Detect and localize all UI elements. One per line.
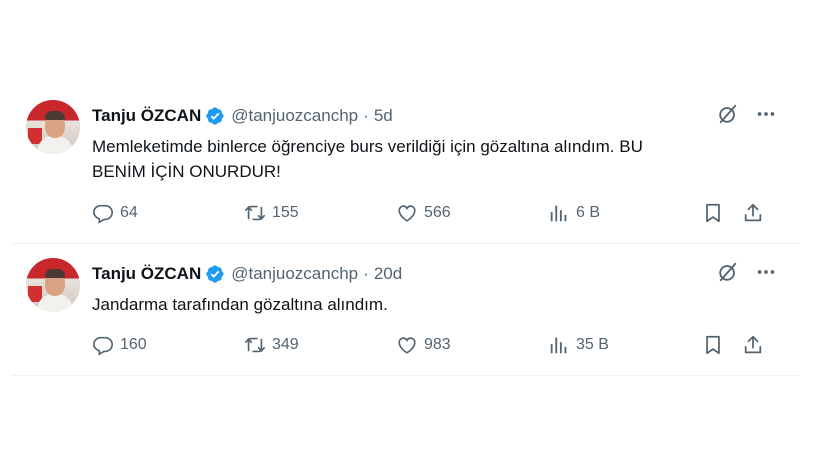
more-icon[interactable] — [754, 102, 778, 126]
like-button[interactable]: 983 — [396, 334, 548, 356]
author-handle[interactable]: @tanjuozcanchp — [231, 106, 358, 126]
tweet-top-actions — [716, 260, 778, 284]
reply-count: 64 — [120, 204, 138, 221]
author-name[interactable]: Tanju ÖZCAN — [92, 106, 201, 126]
retweet-icon — [245, 205, 265, 221]
reply-icon — [93, 336, 113, 356]
reply-icon — [93, 204, 113, 224]
like-icon — [398, 205, 416, 222]
retweet-icon — [245, 337, 265, 353]
share-icon — [744, 335, 762, 354]
tweet-text: Jandarma tarafından gözaltına alındım. — [92, 295, 388, 314]
author-name[interactable]: Tanju ÖZCAN — [92, 264, 201, 284]
views-count: 6 B — [576, 204, 601, 221]
retweet-count: 349 — [272, 336, 299, 353]
bookmark-button[interactable] — [702, 334, 742, 356]
retweet-count: 155 — [272, 204, 299, 221]
bookmark-icon — [706, 203, 720, 223]
tweet-actions: 160 349 983 35 B — [92, 334, 782, 356]
tweet-content: Tanju ÖZCAN @tanjuozcanchp · 5d Memleket… — [92, 92, 800, 243]
tweet-time[interactable]: 20d — [374, 264, 402, 284]
share-button[interactable] — [742, 334, 772, 356]
tweet-header: Tanju ÖZCAN @tanjuozcanchp · 20d — [92, 262, 402, 286]
avatar[interactable] — [26, 100, 80, 154]
views-button[interactable]: 35 B — [548, 334, 702, 356]
tweet[interactable]: Tanju ÖZCAN @tanjuozcanchp · 5d Memleket… — [12, 92, 800, 244]
views-button[interactable]: 6 B — [548, 202, 702, 224]
tweet-content: Tanju ÖZCAN @tanjuozcanchp · 20d Jandarm… — [92, 250, 800, 375]
bookmark-icon — [706, 335, 720, 355]
tweet-text: Memleketimde binlerce öğrenciye burs ver… — [92, 137, 643, 181]
retweet-button[interactable]: 349 — [244, 334, 396, 356]
views-icon — [550, 337, 567, 354]
avatar[interactable] — [26, 258, 80, 312]
like-count: 566 — [424, 204, 451, 221]
grok-icon[interactable] — [716, 260, 740, 284]
separator-dot: · — [363, 264, 369, 283]
bookmark-button[interactable] — [702, 202, 742, 224]
more-icon[interactable] — [754, 260, 778, 284]
author-handle[interactable]: @tanjuozcanchp — [231, 264, 358, 284]
reply-count: 160 — [120, 336, 147, 353]
grok-icon[interactable] — [716, 102, 740, 126]
reply-button[interactable]: 160 — [92, 334, 244, 356]
views-count: 35 B — [576, 336, 609, 353]
like-icon — [398, 337, 416, 354]
verified-badge-icon[interactable] — [205, 264, 225, 284]
separator-dot: · — [363, 106, 369, 125]
share-button[interactable] — [742, 202, 772, 224]
views-icon — [550, 205, 567, 222]
share-icon — [744, 203, 762, 222]
tweet-actions: 64 155 566 6 B — [92, 202, 782, 224]
tweet-header: Tanju ÖZCAN @tanjuozcanchp · 5d — [92, 104, 393, 128]
verified-badge-icon[interactable] — [205, 106, 225, 126]
retweet-button[interactable]: 155 — [244, 202, 396, 224]
reply-button[interactable]: 64 — [92, 202, 244, 224]
tweet-top-actions — [716, 102, 778, 126]
tweet-time[interactable]: 5d — [374, 106, 393, 126]
like-button[interactable]: 566 — [396, 202, 548, 224]
tweet[interactable]: Tanju ÖZCAN @tanjuozcanchp · 20d Jandarm… — [12, 250, 800, 376]
like-count: 983 — [424, 336, 451, 353]
